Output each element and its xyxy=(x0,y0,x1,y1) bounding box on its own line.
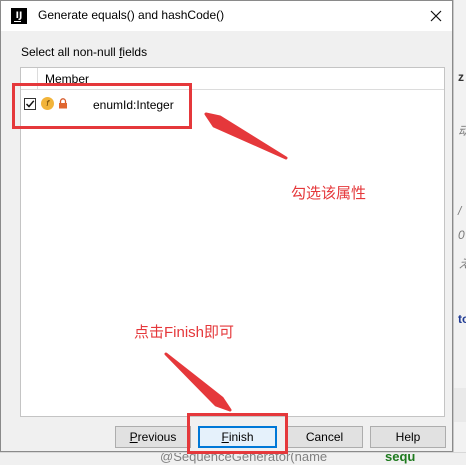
dialog-title: Generate equals() and hashCode() xyxy=(38,8,225,22)
background-fragment: え xyxy=(458,255,466,272)
help-button[interactable]: Help xyxy=(370,426,446,448)
annotation-click-finish: 点击Finish即可 xyxy=(134,324,235,341)
generate-equals-hashcode-dialog: IJ Generate equals() and hashCode() Sele… xyxy=(0,0,453,452)
background-fragment: / xyxy=(458,204,462,218)
highlight-box-member-row xyxy=(12,83,192,129)
title-bar: IJ Generate equals() and hashCode() xyxy=(1,1,452,31)
background-fragment: to xyxy=(458,312,466,326)
intellij-app-icon: IJ xyxy=(11,8,27,24)
highlight-box-finish xyxy=(187,413,288,454)
close-icon xyxy=(430,10,442,22)
background-code-text-2: sequ xyxy=(385,452,416,464)
background-fragment: 0 xyxy=(458,228,465,242)
background-fragment: 动 xyxy=(458,122,466,139)
previous-button[interactable]: Previous xyxy=(115,426,191,448)
background-stripe xyxy=(454,388,466,422)
background-fragment: z xyxy=(458,70,464,84)
annotation-select-attribute: 勾选该属性 xyxy=(291,185,367,202)
close-button[interactable] xyxy=(421,1,451,31)
select-all-fields-label: Select all non-null fields xyxy=(21,45,148,59)
cancel-button[interactable]: Cancel xyxy=(286,426,363,448)
background-editor-strip: z 动 / 0 え to xyxy=(454,0,466,464)
